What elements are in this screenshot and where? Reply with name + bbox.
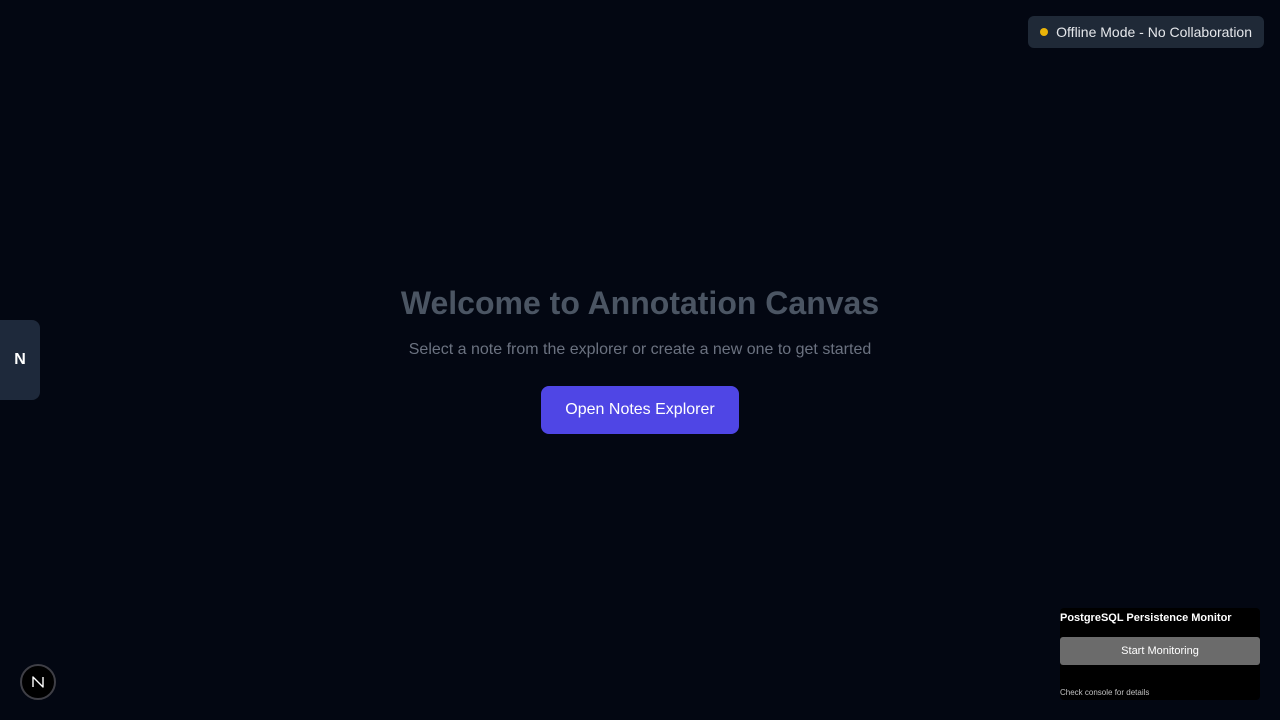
monitor-note: Check console for details bbox=[1060, 688, 1150, 697]
welcome-subtitle: Select a note from the explorer or creat… bbox=[408, 341, 872, 358]
monitor-title: PostgreSQL Persistence Monitor bbox=[1060, 612, 1232, 624]
start-monitoring-button[interactable]: Start Monitoring bbox=[1060, 637, 1260, 665]
welcome-panel: Welcome to Annotation Canvas Select a no… bbox=[0, 284, 1280, 434]
nextjs-logo-icon bbox=[32, 676, 44, 688]
offline-status-badge: Offline Mode - No Collaboration bbox=[1028, 16, 1264, 48]
nextjs-dev-indicator[interactable] bbox=[20, 664, 56, 700]
open-notes-explorer-button[interactable]: Open Notes Explorer bbox=[541, 386, 739, 434]
persistence-monitor-panel: PostgreSQL Persistence Monitor Start Mon… bbox=[1060, 608, 1260, 700]
welcome-title: Welcome to Annotation Canvas bbox=[400, 285, 880, 321]
app-canvas: Offline Mode - No Collaboration N Welcom… bbox=[0, 0, 1280, 720]
status-dot-icon bbox=[1040, 28, 1049, 36]
status-label: Offline Mode - No Collaboration bbox=[1056, 24, 1252, 40]
